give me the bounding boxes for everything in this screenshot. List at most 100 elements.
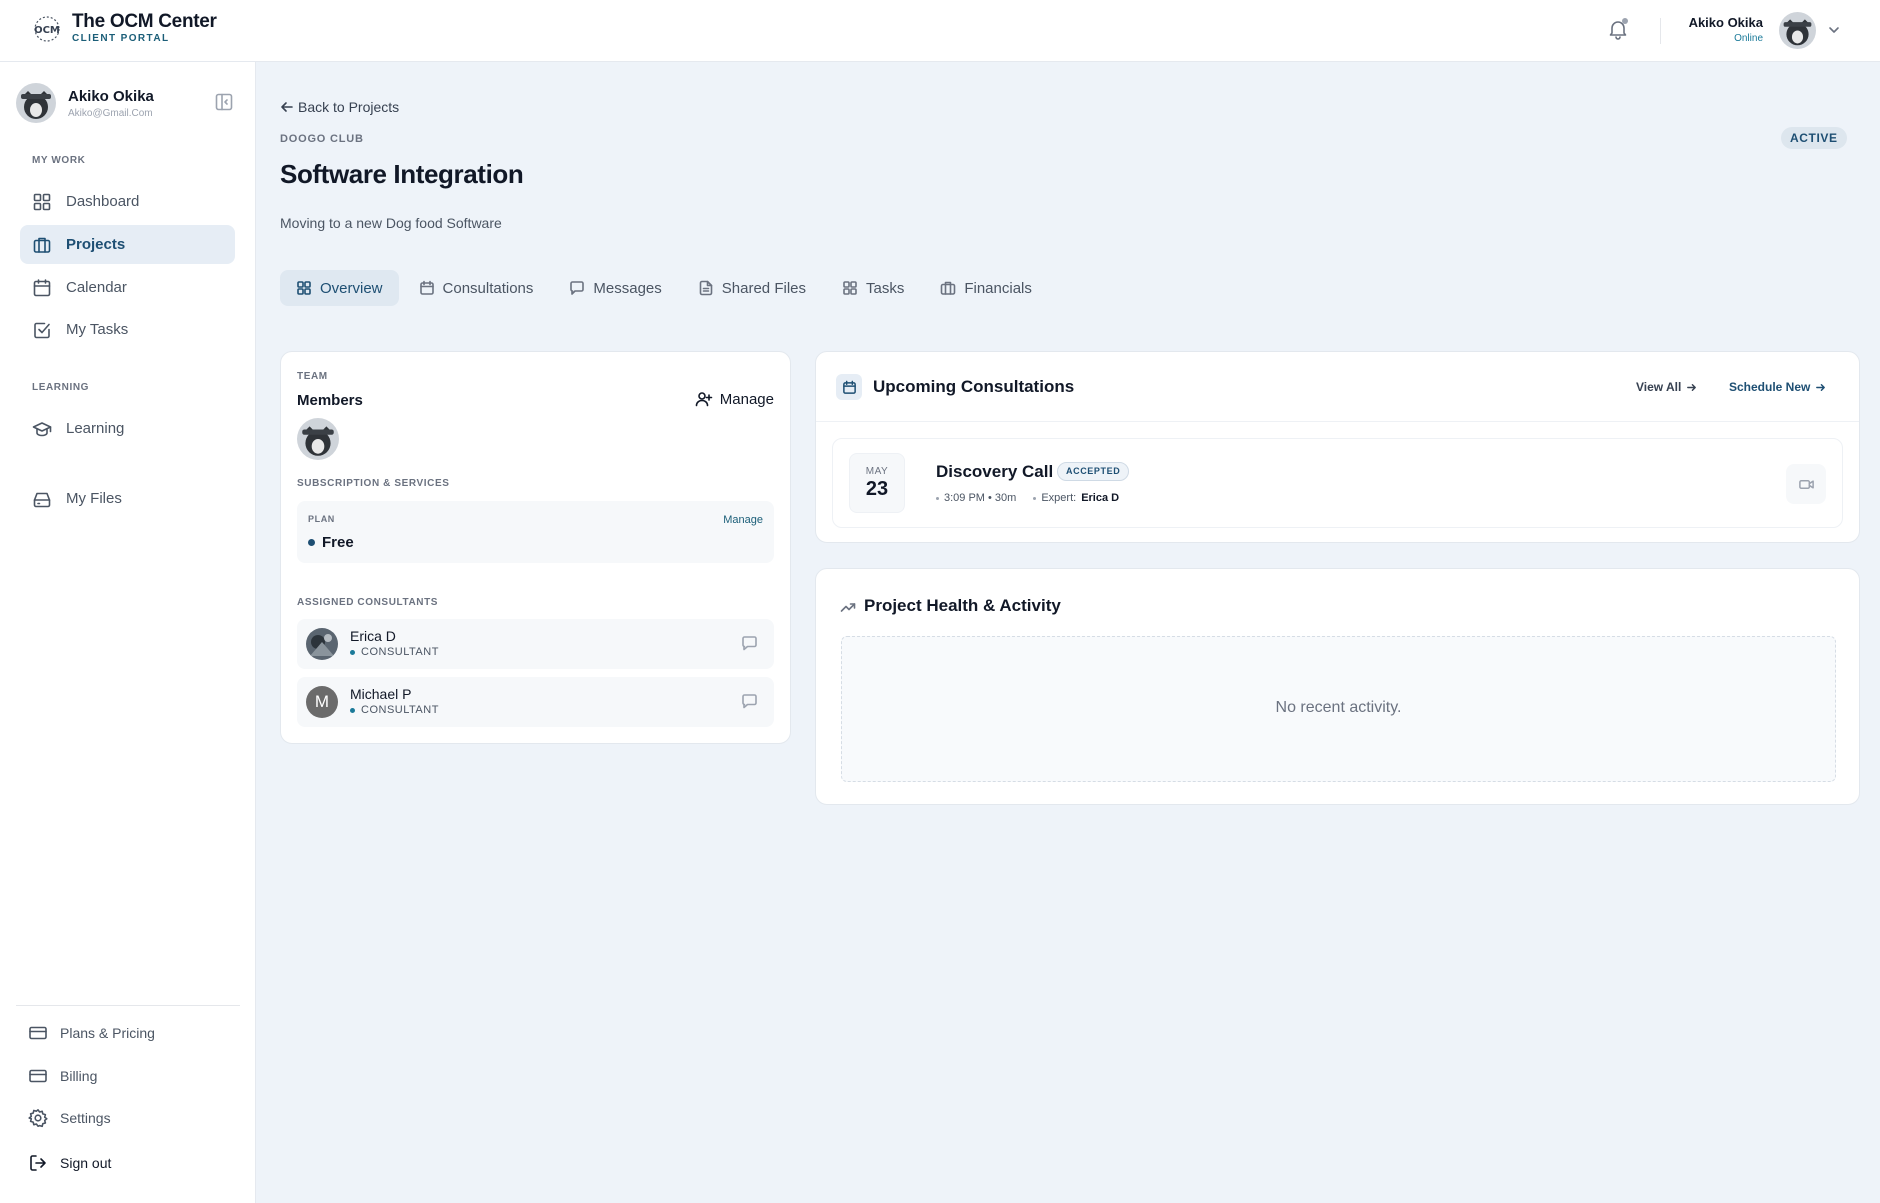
credit-card-icon — [29, 1026, 47, 1040]
members-title: Members — [297, 392, 363, 409]
tab-shared-files[interactable]: Shared Files — [682, 270, 822, 306]
video-camera-icon — [1798, 479, 1814, 489]
file-icon — [699, 280, 713, 296]
card-header: Upcoming Consultations View All Schedule… — [816, 352, 1859, 422]
user-plus-icon — [695, 392, 713, 407]
grid-icon — [33, 193, 51, 210]
top-user-info[interactable]: Akiko Okika Online — [1689, 15, 1763, 44]
plan-box: PLAN Manage Free — [297, 501, 774, 563]
expert-label: Expert: — [1041, 492, 1077, 504]
tab-label: Messages — [593, 279, 662, 297]
consultation-meta: 3:09 PM • 30m Expert: Erica D — [936, 492, 1119, 504]
top-bar: OCM The OCM Center CLIENT PORTAL Akiko O… — [0, 0, 1880, 62]
sidebar-item-dashboard[interactable]: Dashboard — [20, 182, 235, 221]
top-user-avatar[interactable] — [1779, 12, 1816, 49]
member-avatar[interactable] — [297, 418, 339, 460]
svg-text:OCM: OCM — [34, 25, 60, 36]
section-learning: LEARNING — [32, 382, 90, 393]
date-box: MAY 23 — [849, 453, 905, 513]
back-link-label: Back to Projects — [298, 99, 400, 115]
top-divider — [1660, 18, 1661, 44]
view-all-label: View All — [1636, 380, 1682, 394]
page-title: Software Integration — [280, 159, 524, 189]
calendar-icon — [33, 278, 51, 296]
brand-subtitle: CLIENT PORTAL — [72, 33, 170, 44]
team-caption: TEAM — [297, 371, 328, 382]
collapse-sidebar-icon[interactable] — [214, 92, 234, 112]
back-to-projects-link[interactable]: Back to Projects — [280, 99, 399, 115]
message-icon — [570, 281, 585, 295]
message-icon[interactable] — [741, 635, 758, 652]
sidebar-item-calendar[interactable]: Calendar — [20, 268, 235, 307]
drive-icon — [33, 492, 51, 507]
tab-financials[interactable]: Financials — [924, 270, 1048, 306]
manage-members-button[interactable]: Manage — [695, 390, 774, 408]
join-video-button[interactable] — [1786, 464, 1826, 504]
top-user-status: Online — [1734, 33, 1763, 44]
sidebar-item-my-files[interactable]: My Files — [20, 479, 235, 518]
avatar — [306, 628, 338, 660]
notification-dot — [1622, 18, 1628, 24]
sidebar-item-sign-out[interactable]: Sign out — [28, 1153, 111, 1173]
brand[interactable]: OCM The OCM Center CLIENT PORTAL — [32, 12, 217, 45]
expert-name: Erica D — [1081, 492, 1120, 504]
tab-tasks[interactable]: Tasks — [826, 270, 920, 306]
section-my-work: MY WORK — [32, 155, 86, 166]
list-item[interactable]: M Michael P CONSULTANT — [297, 677, 774, 727]
view-all-link[interactable]: View All — [1636, 380, 1697, 394]
arrow-right-icon — [1687, 383, 1697, 391]
credit-card-icon — [29, 1069, 47, 1083]
consultation-row[interactable]: MAY 23 Discovery Call ACCEPTED 3:09 PM •… — [832, 438, 1843, 528]
consultant-role: CONSULTANT — [350, 646, 439, 658]
sidebar-item-projects[interactable]: Projects — [20, 225, 235, 264]
message-icon[interactable] — [741, 693, 758, 710]
grid-icon — [843, 281, 857, 295]
tab-overview[interactable]: Overview — [280, 270, 399, 306]
gear-icon — [28, 1109, 48, 1128]
date-day: 23 — [865, 478, 889, 500]
schedule-new-link[interactable]: Schedule New — [1729, 380, 1826, 394]
brand-name: The OCM Center — [72, 11, 217, 32]
consultant-role: CONSULTANT — [350, 704, 439, 716]
role-label: CONSULTANT — [361, 646, 439, 658]
consultant-name: Erica D — [350, 628, 396, 644]
bullet — [936, 496, 939, 500]
role-dot — [350, 649, 355, 655]
sidebar-item-learning[interactable]: Learning — [20, 409, 235, 448]
sidebar-item-my-tasks[interactable]: My Tasks — [20, 310, 235, 349]
team-card: TEAM Members Manage SUBSCRIPTION & SERVI… — [280, 351, 791, 744]
list-item[interactable]: Erica D CONSULTANT — [297, 619, 774, 669]
chevron-down-icon[interactable] — [1826, 22, 1842, 38]
sidebar-item-billing[interactable]: Billing — [28, 1066, 97, 1086]
sidebar-user-name: Akiko Okika — [68, 87, 154, 105]
briefcase-icon — [941, 281, 956, 295]
sidebar-user[interactable]: Akiko Okika Akiko@Gmail.Com — [16, 83, 154, 123]
plan-caption: PLAN — [308, 514, 335, 524]
project-description: Moving to a new Dog food Software — [280, 215, 502, 231]
ocm-logo-icon: OCM — [34, 15, 60, 42]
status-badge: ACCEPTED — [1057, 462, 1130, 481]
role-label: CONSULTANT — [361, 704, 439, 716]
consultant-name: Michael P — [350, 686, 412, 702]
avatar — [16, 83, 56, 123]
sidebar-item-label: Learning — [66, 420, 125, 437]
sidebar-item-label: My Tasks — [66, 321, 129, 338]
tab-consultations[interactable]: Consultations — [403, 270, 550, 306]
tab-messages[interactable]: Messages — [553, 270, 677, 306]
arrow-left-icon — [281, 102, 293, 112]
plan-value: Free — [308, 534, 354, 551]
sidebar-item-settings[interactable]: Settings — [28, 1108, 111, 1128]
schedule-new-label: Schedule New — [1729, 380, 1811, 394]
project-org: DOOGO CLUB — [280, 133, 364, 145]
tab-label: Overview — [320, 279, 383, 297]
plan-manage-link[interactable]: Manage — [723, 514, 763, 526]
sidebar-item-plans-pricing[interactable]: Plans & Pricing — [28, 1023, 155, 1043]
graduation-cap-icon — [32, 421, 52, 436]
sign-out-icon — [30, 1155, 46, 1171]
sidebar-item-label: Projects — [66, 236, 126, 253]
sidebar-item-label: Billing — [60, 1068, 98, 1084]
subscription-caption: SUBSCRIPTION & SERVICES — [297, 478, 450, 489]
project-tabs: Overview Consultations Messages Shared F… — [280, 270, 1048, 306]
plan-status-dot — [308, 539, 315, 546]
tab-label: Consultations — [442, 279, 534, 297]
